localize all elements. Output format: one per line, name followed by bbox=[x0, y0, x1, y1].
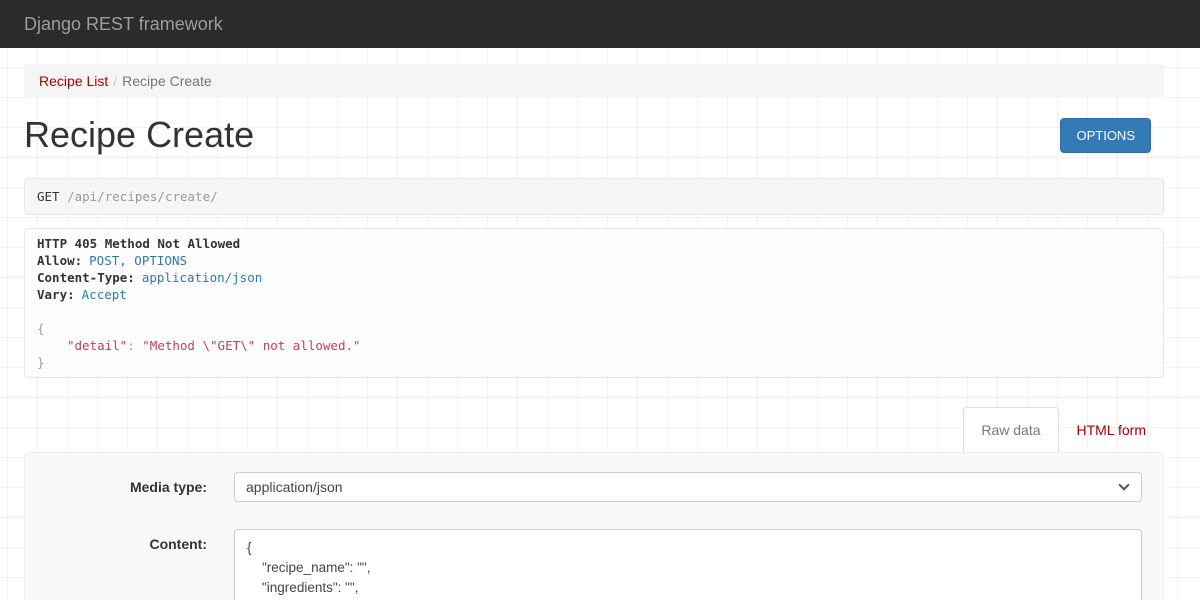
page-header: Recipe Create OPTIONS bbox=[24, 112, 1164, 158]
form-tabs: Raw data HTML form bbox=[24, 408, 1164, 452]
response-json-detail: "detail": "Method \"GET\" not allowed." bbox=[37, 337, 1151, 354]
breadcrumb-current: Recipe Create bbox=[122, 73, 212, 89]
raw-data-form-panel: Media type: application/json Content: { … bbox=[24, 452, 1164, 600]
response-blank-line bbox=[37, 303, 1151, 320]
tab-html-form[interactable]: HTML form bbox=[1059, 407, 1164, 452]
options-button[interactable]: OPTIONS bbox=[1060, 118, 1151, 153]
tab-raw-data[interactable]: Raw data bbox=[963, 407, 1058, 452]
navbar: Django REST framework bbox=[0, 0, 1200, 48]
request-line: GET /api/recipes/create/ bbox=[24, 178, 1164, 215]
request-path: /api/recipes/create/ bbox=[67, 189, 218, 204]
media-type-label: Media type: bbox=[42, 472, 207, 502]
breadcrumb-separator: / bbox=[108, 73, 122, 89]
page-title: Recipe Create bbox=[24, 115, 254, 155]
main-container: Recipe List/Recipe Create Recipe Create … bbox=[0, 64, 1200, 600]
content-textarea[interactable]: { "recipe_name": "", "ingredients": "", bbox=[234, 529, 1142, 600]
response-json-close: } bbox=[37, 354, 1151, 371]
brand-link[interactable]: Django REST framework bbox=[24, 14, 223, 35]
response-block: HTTP 405 Method Not Allowed Allow:POST, … bbox=[24, 228, 1164, 378]
content-row: Content: { "recipe_name": "", "ingredien… bbox=[42, 529, 1142, 600]
breadcrumb-link-recipe-list[interactable]: Recipe List bbox=[39, 73, 108, 89]
response-json-open: { bbox=[37, 320, 1151, 337]
breadcrumb: Recipe List/Recipe Create bbox=[24, 64, 1164, 98]
media-type-row: Media type: application/json bbox=[42, 472, 1142, 502]
response-header-content-type: Content-Type:application/json bbox=[37, 269, 1151, 286]
request-method: GET bbox=[37, 189, 60, 204]
response-status-line: HTTP 405 Method Not Allowed bbox=[37, 235, 1151, 252]
content-label: Content: bbox=[42, 529, 207, 600]
media-type-select[interactable]: application/json bbox=[234, 472, 1142, 502]
response-header-allow: Allow:POST, OPTIONS bbox=[37, 252, 1151, 269]
response-header-vary: Vary:Accept bbox=[37, 286, 1151, 303]
